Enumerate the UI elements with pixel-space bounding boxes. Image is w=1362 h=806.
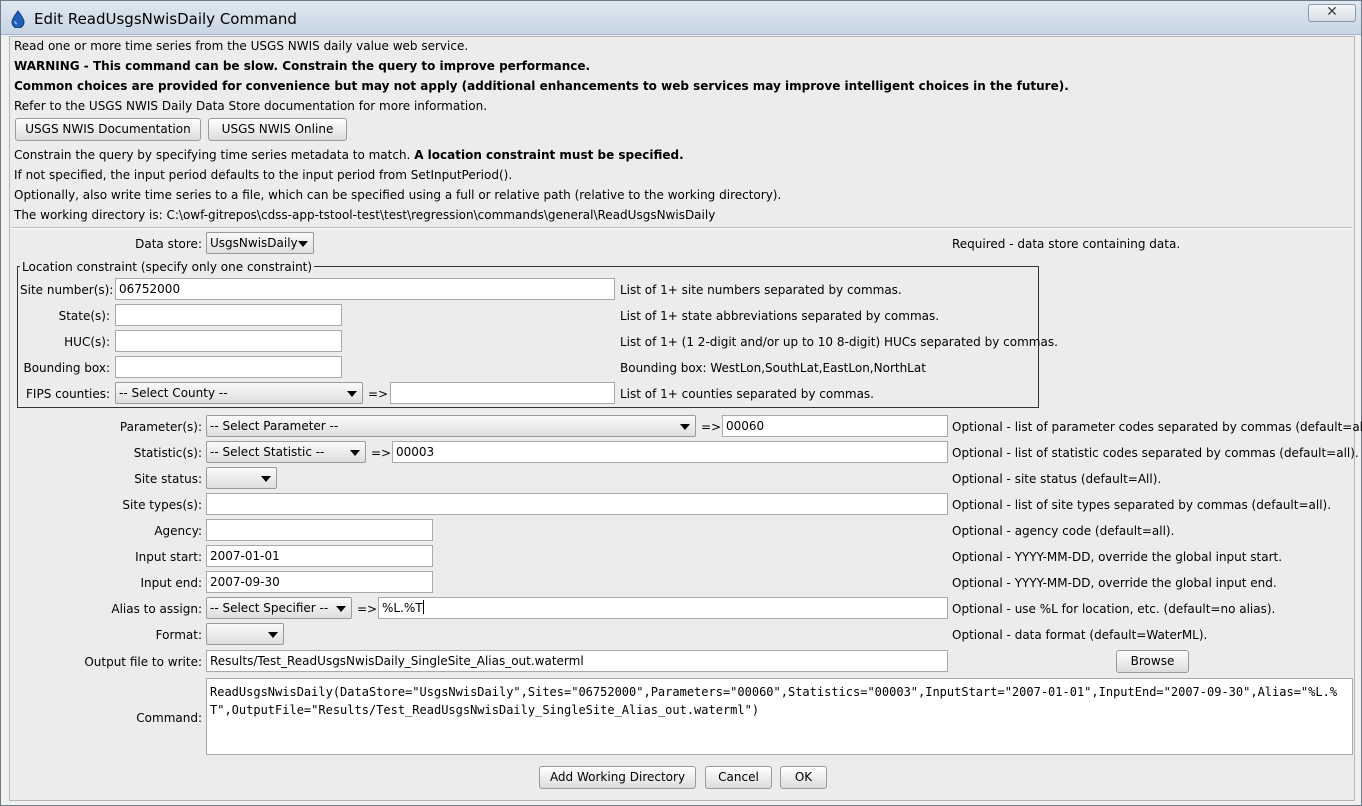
info-output-file: Optionally, also write time series to a …: [14, 188, 782, 202]
huc-label: HUC(s):: [64, 335, 110, 349]
fips-counties-label: FIPS counties:: [26, 387, 110, 401]
huc-input[interactable]: [115, 330, 342, 352]
location-constraint-legend: Location constraint (specify only one co…: [20, 260, 315, 274]
alias-note: Optional - use %L for location, etc. (de…: [952, 602, 1276, 616]
chevron-down-icon: [268, 632, 278, 638]
site-number-label: Site number(s):: [20, 283, 114, 297]
water-drop-icon: [11, 10, 25, 28]
browse-button[interactable]: Browse: [1116, 650, 1189, 673]
statistic-select[interactable]: -- Select Statistic --: [206, 441, 366, 463]
text-cursor: [422, 600, 424, 614]
info-constrain-text: Constrain the query by specifying time s…: [14, 148, 415, 162]
chevron-down-icon: [680, 424, 690, 430]
chevron-down-icon: [261, 476, 271, 482]
statistic-label: Statistic(s):: [133, 446, 202, 460]
datastore-note: Required - data store containing data.: [952, 237, 1181, 251]
input-start-note: Optional - YYYY-MM-DD, override the glob…: [952, 550, 1283, 564]
info-constrain: Constrain the query by specifying time s…: [14, 148, 684, 162]
info-working-directory: The working directory is: C:\owf-gitrepo…: [14, 208, 716, 222]
format-label: Format:: [155, 628, 202, 642]
ok-button[interactable]: OK: [780, 766, 827, 789]
info-description: Read one or more time series from the US…: [14, 39, 469, 53]
fips-counties-note: List of 1+ counties separated by commas.: [620, 387, 874, 401]
info-refer-docs: Refer to the USGS NWIS Daily Data Store …: [14, 99, 488, 113]
bounding-box-note: Bounding box: WestLon,SouthLat,EastLon,N…: [620, 361, 926, 375]
title-bar[interactable]: Edit ReadUsgsNwisDaily Command ✕: [1, 1, 1361, 35]
bounding-box-input[interactable]: [115, 356, 342, 378]
command-textarea[interactable]: ReadUsgsNwisDaily(DataStore="UsgsNwisDai…: [206, 678, 1353, 755]
fips-counties-input[interactable]: [390, 382, 615, 404]
format-note: Optional - data format (default=WaterML)…: [952, 628, 1208, 642]
datastore-value: UsgsNwisDaily: [210, 236, 298, 250]
separator: [12, 227, 1352, 229]
datastore-select[interactable]: UsgsNwisDaily: [206, 232, 314, 254]
info-location-required: A location constraint must be specified.: [414, 148, 684, 162]
chevron-down-icon: [350, 450, 360, 456]
info-common-choices: Common choices are provided for convenie…: [14, 79, 1069, 93]
format-select[interactable]: [206, 623, 284, 645]
statistic-note: Optional - list of statistic codes separ…: [952, 446, 1359, 460]
info-input-period: If not specified, the input period defau…: [14, 168, 513, 182]
command-label: Command:: [136, 711, 202, 725]
chevron-down-icon: [336, 606, 346, 612]
alias-input-text: %L.%T: [382, 601, 423, 615]
site-status-select[interactable]: [206, 467, 277, 489]
cancel-button[interactable]: Cancel: [705, 766, 772, 789]
input-start-input[interactable]: 2007-01-01: [206, 545, 433, 567]
site-number-input[interactable]: 06752000: [115, 278, 615, 300]
site-status-note: Optional - site status (default=All).: [952, 472, 1162, 486]
input-end-input[interactable]: 2007-09-30: [206, 571, 433, 593]
statistic-input[interactable]: 00003: [392, 441, 948, 463]
fips-arrow: =>: [368, 387, 389, 401]
output-file-input[interactable]: Results/Test_ReadUsgsNwisDaily_SingleSit…: [206, 650, 948, 672]
bounding-box-label: Bounding box:: [23, 361, 110, 375]
parameter-note: Optional - list of parameter codes separ…: [952, 420, 1362, 434]
parameter-select-value: -- Select Parameter --: [210, 419, 339, 433]
statistic-select-value: -- Select Statistic --: [210, 445, 325, 459]
output-file-label: Output file to write:: [84, 655, 202, 669]
state-label: State(s):: [58, 309, 110, 323]
statistic-arrow: =>: [371, 446, 392, 460]
input-end-note: Optional - YYYY-MM-DD, override the glob…: [952, 576, 1277, 590]
alias-arrow: =>: [357, 602, 378, 616]
input-start-label: Input start:: [135, 550, 202, 564]
add-working-directory-button[interactable]: Add Working Directory: [539, 766, 696, 789]
site-number-note: List of 1+ site numbers separated by com…: [620, 283, 902, 297]
dialog-window: Edit ReadUsgsNwisDaily Command ✕ Read on…: [0, 0, 1362, 806]
chevron-down-icon: [347, 391, 357, 397]
site-status-label: Site status:: [134, 472, 202, 486]
alias-specifier-select[interactable]: -- Select Specifier --: [206, 597, 352, 619]
parameter-select[interactable]: -- Select Parameter --: [206, 415, 696, 437]
alias-specifier-value: -- Select Specifier --: [210, 601, 329, 615]
huc-note: List of 1+ (1 2-digit and/or up to 10 8-…: [620, 335, 1058, 349]
usgs-online-button[interactable]: USGS NWIS Online: [208, 118, 347, 141]
alias-label: Alias to assign:: [111, 602, 202, 616]
state-input[interactable]: [115, 304, 342, 326]
site-types-label: Site types(s):: [122, 498, 202, 512]
agency-note: Optional - agency code (default=all).: [952, 524, 1175, 538]
close-button[interactable]: ✕: [1308, 4, 1356, 22]
agency-label: Agency:: [154, 524, 202, 538]
parameter-input[interactable]: 00060: [722, 415, 948, 437]
state-note: List of 1+ state abbreviations separated…: [620, 309, 940, 323]
agency-input[interactable]: [206, 519, 433, 541]
dialog-content: Read one or more time series from the US…: [9, 36, 1362, 801]
parameter-label: Parameter(s):: [119, 420, 202, 434]
site-types-note: Optional - list of site types separated …: [952, 498, 1332, 512]
datastore-label: Data store:: [135, 237, 202, 251]
usgs-documentation-button[interactable]: USGS NWIS Documentation: [15, 118, 201, 141]
parameter-arrow: =>: [701, 420, 722, 434]
close-icon: ✕: [1326, 4, 1338, 20]
fips-county-select[interactable]: -- Select County --: [115, 382, 363, 404]
alias-input[interactable]: %L.%T: [378, 597, 948, 619]
input-end-label: Input end:: [140, 576, 202, 590]
fips-county-select-value: -- Select County --: [119, 386, 228, 400]
chevron-down-icon: [298, 241, 308, 247]
window-title: Edit ReadUsgsNwisDaily Command: [34, 10, 297, 28]
info-warning: WARNING - This command can be slow. Cons…: [14, 59, 591, 73]
site-types-input[interactable]: [206, 493, 948, 515]
